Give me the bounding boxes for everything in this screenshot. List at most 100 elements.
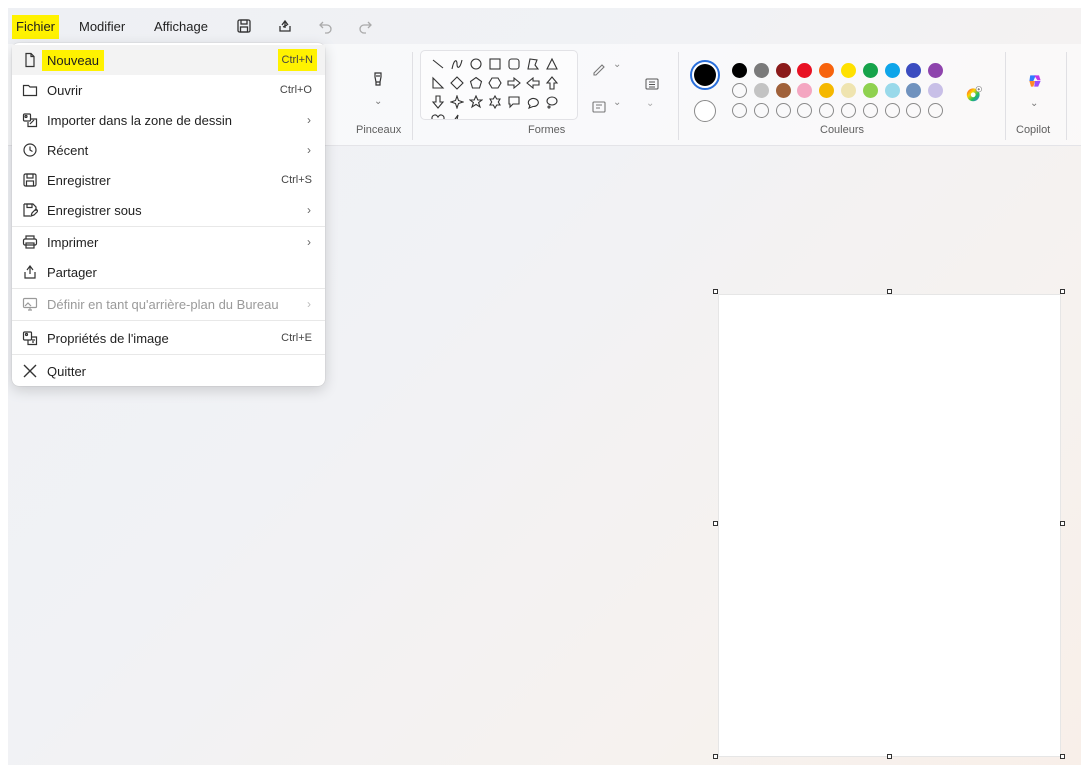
resize-handle[interactable] xyxy=(713,754,718,759)
size-chevron-icon[interactable]: ⌄ xyxy=(646,98,654,109)
hexagon-shape-icon[interactable] xyxy=(486,74,503,91)
color-swatch[interactable] xyxy=(775,63,791,78)
copilot-chevron-icon[interactable]: ⌄ xyxy=(1030,98,1038,109)
resize-handle[interactable] xyxy=(1060,289,1065,294)
menu-item-quitter[interactable]: Quitter xyxy=(12,356,325,386)
curve-shape-icon[interactable] xyxy=(448,55,465,72)
triangle-shape-icon[interactable] xyxy=(543,55,560,72)
left-arrow-shape-icon[interactable] xyxy=(524,74,541,91)
up-arrow-shape-icon[interactable] xyxy=(543,74,560,91)
menu-item-proprietes[interactable]: Propriétés de l'image Ctrl+E xyxy=(12,323,325,353)
resize-handle[interactable] xyxy=(713,289,718,294)
chevron-right-icon: › xyxy=(307,203,311,217)
outline-chevron-icon[interactable]: ⌄ xyxy=(613,59,621,70)
color-picker-rainbow-icon[interactable] xyxy=(962,82,986,106)
diamond-shape-icon[interactable] xyxy=(448,74,465,91)
down-arrow-shape-icon[interactable] xyxy=(429,93,446,110)
share-icon[interactable] xyxy=(274,15,296,37)
menu-fichier[interactable]: Fichier xyxy=(12,15,60,39)
resize-handle[interactable] xyxy=(1060,754,1065,759)
copilot-icon[interactable] xyxy=(1022,68,1048,94)
pentagon-shape-icon[interactable] xyxy=(467,74,484,91)
color-swatch[interactable] xyxy=(797,63,813,78)
menu-item-partager[interactable]: Partager xyxy=(12,257,325,287)
fill-icon[interactable] xyxy=(588,96,610,118)
menu-item-label: Imprimer xyxy=(47,234,99,250)
menu-item-nouveau[interactable]: Nouveau Ctrl+N xyxy=(12,45,325,75)
color-swatch[interactable] xyxy=(732,63,747,78)
color-swatch[interactable] xyxy=(928,63,944,78)
custom-color-slot[interactable] xyxy=(884,103,900,118)
speech-bubble-rect-shape-icon[interactable] xyxy=(505,93,522,110)
color-swatch[interactable] xyxy=(753,83,769,98)
share-icon xyxy=(21,263,39,281)
line-shape-icon[interactable] xyxy=(429,55,446,72)
menu-affichage[interactable]: Affichage xyxy=(150,15,212,39)
secondary-color-button[interactable] xyxy=(694,100,716,122)
thought-bubble-shape-icon[interactable] xyxy=(543,93,560,110)
color-swatch[interactable] xyxy=(884,83,900,98)
custom-color-slot[interactable] xyxy=(732,83,747,98)
custom-color-slot[interactable] xyxy=(928,103,944,118)
color-swatch[interactable] xyxy=(819,63,835,78)
custom-color-slot[interactable] xyxy=(753,103,769,118)
menu-item-enregistrer[interactable]: Enregistrer Ctrl+S xyxy=(12,165,325,195)
lightning-shape-icon[interactable] xyxy=(448,112,465,119)
menu-item-ouvrir[interactable]: Ouvrir Ctrl+O xyxy=(12,75,325,105)
rectangle-shape-icon[interactable] xyxy=(486,55,503,72)
color-swatch[interactable] xyxy=(906,83,922,98)
redo-icon[interactable] xyxy=(354,15,376,37)
custom-color-slot[interactable] xyxy=(732,103,747,118)
polygon-shape-icon[interactable] xyxy=(524,55,541,72)
custom-color-slot[interactable] xyxy=(841,103,856,118)
brush-icon[interactable] xyxy=(366,66,390,92)
color-swatch[interactable] xyxy=(775,83,791,98)
custom-color-slot[interactable] xyxy=(775,103,791,118)
heart-shape-icon[interactable] xyxy=(429,112,446,119)
menu-item-label: Définir en tant qu'arrière-plan du Burea… xyxy=(47,296,279,312)
outline-icon[interactable] xyxy=(588,58,610,80)
color-swatch[interactable] xyxy=(862,83,878,98)
resize-handle[interactable] xyxy=(887,754,892,759)
menu-item-recent[interactable]: Récent › xyxy=(12,135,325,165)
oval-shape-icon[interactable] xyxy=(467,55,484,72)
menu-modifier[interactable]: Modifier xyxy=(75,15,129,39)
rounded-rectangle-shape-icon[interactable] xyxy=(505,55,522,72)
color-swatch[interactable] xyxy=(797,83,813,98)
six-point-star-shape-icon[interactable] xyxy=(486,93,503,110)
color-swatch[interactable] xyxy=(841,83,856,98)
size-icon[interactable] xyxy=(638,70,666,98)
custom-color-slot[interactable] xyxy=(797,103,813,118)
resize-handle[interactable] xyxy=(1060,521,1065,526)
custom-color-slot[interactable] xyxy=(819,103,835,118)
menu-item-shortcut: Ctrl+S xyxy=(281,174,312,186)
undo-icon[interactable] xyxy=(315,15,337,37)
custom-color-slot[interactable] xyxy=(906,103,922,118)
right-arrow-shape-icon[interactable] xyxy=(505,74,522,91)
resize-handle[interactable] xyxy=(713,521,718,526)
speech-bubble-oval-shape-icon[interactable] xyxy=(524,93,541,110)
color-swatch[interactable] xyxy=(906,63,922,78)
resize-handle[interactable] xyxy=(887,289,892,294)
menu-item-shortcut: Ctrl+N xyxy=(277,49,317,71)
custom-color-slot[interactable] xyxy=(862,103,878,118)
right-triangle-shape-icon[interactable] xyxy=(429,74,446,91)
color-swatch[interactable] xyxy=(928,83,944,98)
menu-item-enregistrer-sous[interactable]: Enregistrer sous › xyxy=(12,195,325,225)
color-swatch[interactable] xyxy=(862,63,878,78)
save-icon xyxy=(21,171,39,189)
drawing-canvas[interactable] xyxy=(718,294,1061,757)
four-point-star-shape-icon[interactable] xyxy=(448,93,465,110)
import-image-icon xyxy=(21,111,39,129)
menu-item-imprimer[interactable]: Imprimer › xyxy=(12,227,325,257)
color-swatch[interactable] xyxy=(884,63,900,78)
menu-item-importer[interactable]: Importer dans la zone de dessin › xyxy=(12,105,325,135)
color-swatch[interactable] xyxy=(841,63,856,78)
color-swatch[interactable] xyxy=(753,63,769,78)
color-swatch[interactable] xyxy=(819,83,835,98)
fill-chevron-icon[interactable]: ⌄ xyxy=(613,97,621,108)
save-icon[interactable] xyxy=(233,15,255,37)
brush-dropdown-chevron[interactable]: ⌄ xyxy=(374,96,382,107)
primary-color-button[interactable] xyxy=(690,60,720,90)
five-point-star-shape-icon[interactable] xyxy=(467,93,484,110)
